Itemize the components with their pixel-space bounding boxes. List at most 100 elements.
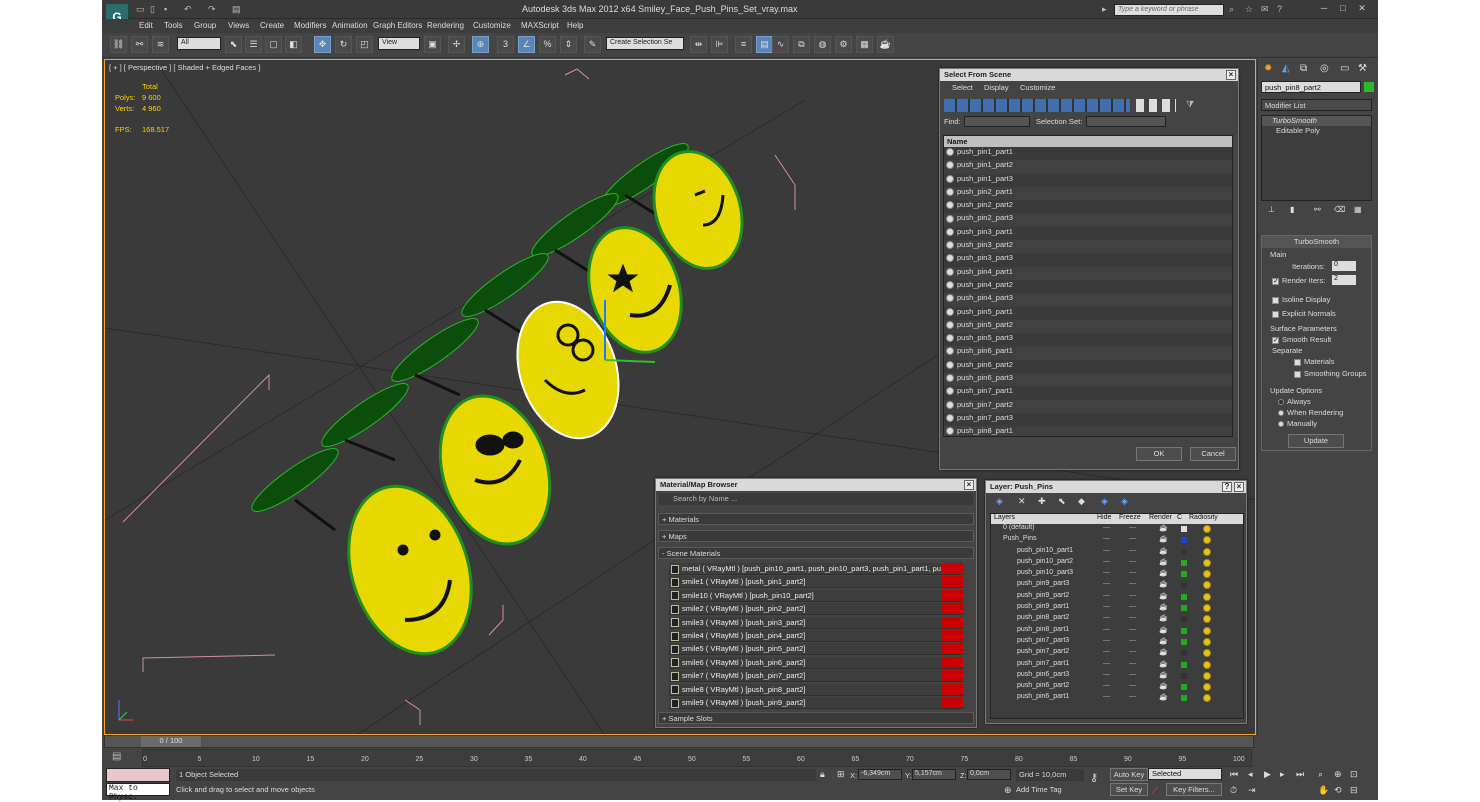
- isoline-checkbox[interactable]: [1272, 296, 1279, 304]
- freeze-toggle[interactable]: —: [1129, 558, 1136, 569]
- smoothing-groups-row[interactable]: Smoothing Groups: [1294, 369, 1367, 378]
- freeze-all-icon[interactable]: ◈: [1121, 496, 1128, 507]
- curve-editor-icon[interactable]: ∿: [772, 36, 789, 53]
- motion-tab-icon[interactable]: ◎: [1320, 63, 1329, 74]
- hide-toggle[interactable]: —: [1103, 637, 1110, 648]
- radiosity-light-icon[interactable]: [1203, 694, 1211, 703]
- materials-section[interactable]: + Materials: [658, 513, 974, 525]
- scene-material-item[interactable]: metal ( VRayMtl ) [push_pin10_part1, pus…: [669, 563, 963, 575]
- layer-color-swatch[interactable]: [1181, 605, 1187, 612]
- time-slider[interactable]: 0 / 100: [104, 735, 1254, 748]
- layer-row[interactable]: push_pin10_part2 — — ☕: [991, 558, 1237, 569]
- object-list-item[interactable]: push_pin1_part3: [944, 173, 1232, 187]
- freeze-toggle[interactable]: —: [1129, 614, 1136, 625]
- maps-section[interactable]: + Maps: [658, 530, 974, 542]
- radiosity-light-icon[interactable]: [1203, 547, 1211, 556]
- menu-graph-editors[interactable]: Graph Editors: [373, 21, 422, 30]
- zoom-icon[interactable]: ⌕: [1318, 769, 1323, 780]
- freeze-toggle[interactable]: —: [1129, 693, 1136, 704]
- stack-turbosmooth[interactable]: TurboSmooth: [1262, 116, 1371, 126]
- radiosity-light-icon[interactable]: [1203, 671, 1211, 680]
- render-production-icon[interactable]: ☕: [877, 36, 894, 53]
- object-list-item[interactable]: push_pin3_part2: [944, 240, 1232, 254]
- freeze-toggle[interactable]: —: [1129, 626, 1136, 637]
- freeze-toggle[interactable]: —: [1129, 535, 1136, 546]
- modifier-list-dropdown[interactable]: Modifier List: [1261, 99, 1372, 111]
- maximize-viewport-icon[interactable]: ⊟: [1350, 785, 1358, 796]
- render-teapot-icon[interactable]: ☕: [1159, 524, 1168, 535]
- rect-selection-icon[interactable]: ▢: [265, 36, 282, 53]
- scene-material-item[interactable]: smile5 ( VRayMtl ) [push_pin5_part2]: [669, 643, 963, 656]
- render-teapot-icon[interactable]: ☕: [1159, 592, 1168, 603]
- smoothing-groups-checkbox[interactable]: [1294, 370, 1301, 378]
- object-list-item[interactable]: push_pin2_part1: [944, 186, 1232, 201]
- render-teapot-icon[interactable]: ☕: [1159, 580, 1168, 591]
- snaps-toggle-icon[interactable]: 3: [497, 36, 514, 53]
- manually-radio-row[interactable]: Manually: [1276, 419, 1317, 428]
- select-tab-display[interactable]: Display: [984, 83, 1009, 92]
- radiosity-light-icon[interactable]: [1203, 570, 1211, 579]
- make-unique-icon[interactable]: ⚯: [1314, 205, 1321, 214]
- layer-row[interactable]: push_pin7_part3 — — ☕: [991, 637, 1237, 648]
- when-rendering-radio-row[interactable]: When Rendering: [1276, 408, 1343, 417]
- radiosity-light-icon[interactable]: [1203, 536, 1211, 545]
- layer-color-swatch[interactable]: [1181, 627, 1187, 634]
- render-teapot-icon[interactable]: ☕: [1159, 547, 1168, 558]
- align-icon[interactable]: ⊫: [711, 36, 728, 53]
- radiosity-light-icon[interactable]: [1203, 592, 1211, 601]
- modify-tab-icon[interactable]: ◭: [1282, 63, 1290, 74]
- material-editor-icon[interactable]: ◍: [814, 36, 831, 53]
- radiosity-light-icon[interactable]: [1203, 626, 1211, 635]
- angle-snap-icon[interactable]: ∠: [518, 36, 535, 53]
- remove-modifier-icon[interactable]: ⌫: [1334, 205, 1345, 214]
- menu-modifiers[interactable]: Modifiers: [294, 21, 326, 30]
- menu-help[interactable]: Help: [567, 21, 583, 30]
- radiosity-light-icon[interactable]: [1203, 525, 1211, 533]
- layer-color-swatch[interactable]: [1181, 672, 1187, 679]
- col-layers[interactable]: Layers: [994, 514, 1015, 521]
- edit-named-selection-icon[interactable]: ✎: [584, 36, 601, 53]
- list-display-buttons[interactable]: [1136, 99, 1176, 112]
- menu-create[interactable]: Create: [260, 21, 284, 30]
- help-button[interactable]: ?: [1222, 482, 1232, 492]
- select-rotate-icon[interactable]: ↻: [335, 36, 352, 53]
- freeze-toggle[interactable]: —: [1129, 569, 1136, 580]
- search-icon[interactable]: ⌕: [1229, 4, 1234, 15]
- track-bar-icon[interactable]: ▤: [112, 751, 121, 762]
- viewport-label[interactable]: [ + ] [ Perspective ] [ Shaded + Edged F…: [109, 63, 260, 72]
- layer-color-swatch[interactable]: [1181, 684, 1187, 691]
- menu-animation[interactable]: Animation: [332, 21, 368, 30]
- hide-toggle[interactable]: —: [1103, 524, 1110, 535]
- track-bar[interactable]: 0 5 10 15 20 25 30 35 40 45 50 55 60 65 70 75 80 85 90 95 10…: [142, 749, 1252, 767]
- sample-slots-section[interactable]: + Sample Slots: [658, 712, 974, 724]
- layer-color-swatch[interactable]: [1181, 559, 1187, 566]
- rendered-frame-icon[interactable]: ▦: [856, 36, 873, 53]
- highlight-layer-icon[interactable]: ◆: [1078, 496, 1085, 507]
- col-color[interactable]: C: [1177, 514, 1182, 521]
- radiosity-light-icon[interactable]: [1203, 637, 1211, 646]
- close-icon[interactable]: ✕: [1355, 3, 1369, 16]
- explicit-normals-row[interactable]: Explicit Normals: [1272, 309, 1336, 318]
- pivot-center-icon[interactable]: ▣: [424, 36, 441, 53]
- lock-selection-icon[interactable]: 🔒︎: [820, 769, 825, 780]
- graphite-ribbon-icon[interactable]: ▤: [756, 36, 773, 53]
- scene-material-item[interactable]: smile9 ( VRayMtl ) [push_pin9_part2]: [669, 697, 963, 709]
- time-tag-icon[interactable]: ⊕: [1004, 785, 1012, 796]
- show-end-result-icon[interactable]: ▮: [1290, 205, 1294, 214]
- maxscript-listener[interactable]: [106, 768, 170, 782]
- play-icon[interactable]: ▶: [1264, 769, 1271, 780]
- time-config-icon[interactable]: ⏱: [1230, 785, 1237, 796]
- hide-toggle[interactable]: —: [1103, 547, 1110, 558]
- col-render[interactable]: Render: [1149, 514, 1172, 521]
- help-icon[interactable]: ?: [1277, 4, 1282, 14]
- key-mode-dropdown[interactable]: Selected: [1148, 768, 1222, 780]
- hide-toggle[interactable]: —: [1103, 614, 1110, 625]
- schematic-view-icon[interactable]: ⧉: [793, 36, 810, 53]
- layer-color-swatch[interactable]: [1181, 582, 1187, 589]
- object-list-item[interactable]: push_pin4_part3: [944, 293, 1232, 307]
- layer-color-swatch[interactable]: [1181, 650, 1187, 657]
- smooth-result-checkbox[interactable]: [1272, 336, 1279, 344]
- cancel-button[interactable]: Cancel: [1190, 447, 1236, 461]
- project-folder-icon[interactable]: ▤: [232, 4, 241, 15]
- create-layer-icon[interactable]: ◈: [996, 496, 1003, 507]
